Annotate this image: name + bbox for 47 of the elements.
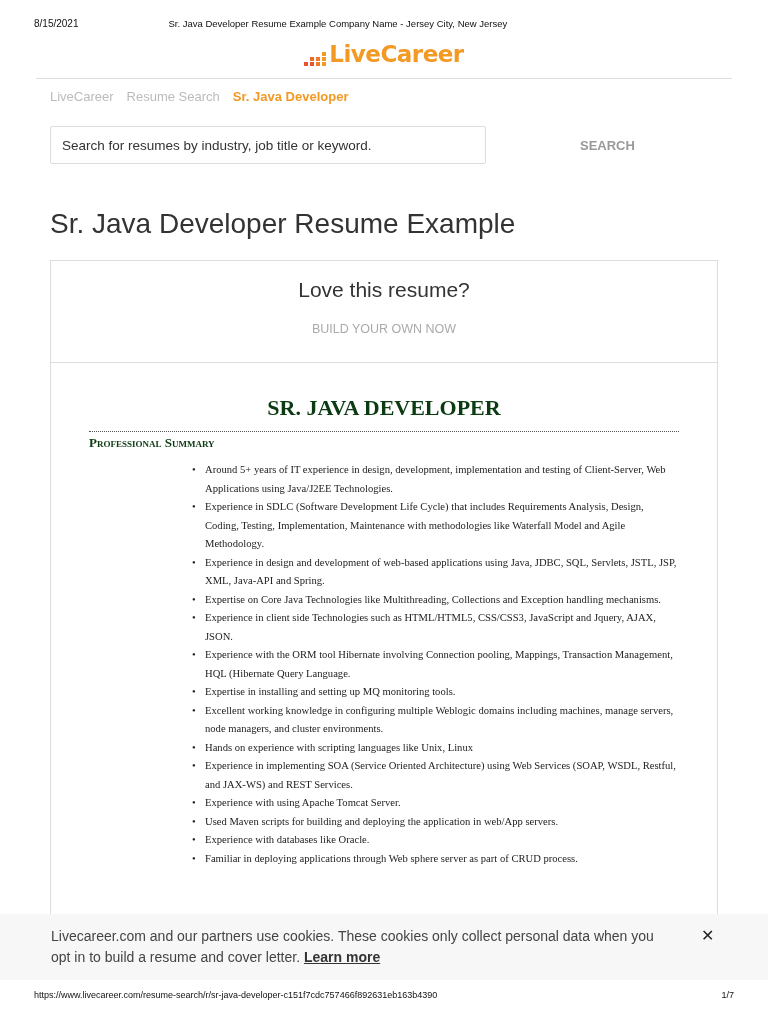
bullet-marker: • <box>192 814 197 829</box>
summary-bullet: Experience with databases like Oracle. <box>205 833 370 847</box>
page-heading: Sr. Java Developer Resume Example <box>50 208 517 240</box>
bullet-marker: • <box>192 759 197 773</box>
bullet-marker: • <box>192 648 197 662</box>
summary-bullet: Hands on experience with scripting languages like Unix, Linux <box>205 740 473 755</box>
bullet-marker: • <box>192 703 197 718</box>
summary-bullet: Experience in client side Technologies such as HTML/HTML5, CSS/CSS3, JavaScript and Jquery, AJAX, JSON. <box>205 611 657 644</box>
bullet-marker: • <box>192 685 197 699</box>
logo-text[interactable]: LiveCareer <box>329 43 464 66</box>
section-title: Professional Summary <box>89 435 216 451</box>
summary-bullet: Expertise in installing and setting up MQ monitoring tools. <box>205 685 456 699</box>
summary-bullet: Experience in design and development of web-based applications using Java, JDBC, SQL, Servlets, JSTL, JSP, XML, Java-API and Spring. <box>205 555 678 588</box>
promo-title: Love this resume? <box>297 278 471 302</box>
search-field[interactable]: Search for resumes by industry, job title or keyword. <box>50 126 486 164</box>
page-number: 1/7 <box>721 990 734 1000</box>
cookie-text: Livecareer.com and our partners use cookies. These cookies only collect personal data when you opt in to build a resume and cover letter. Learn more <box>51 927 655 967</box>
resume-name: SR. JAVA DEVELOPER <box>266 395 502 421</box>
summary-bullet: Experience with the ORM tool Hibernate involving Connection pooling, Mappings, Transaction Management, HQL (Hibernate Query Language. <box>205 648 674 681</box>
summary-bullet: Experience in implementing SOA (Service Oriented Architecture) using Web Services (SOAP, WSDL, Restful, and JAX-WS) and REST Services. <box>205 759 677 792</box>
summary-bullet: Excellent working knowledge in configuring multiple Weblogic domains including machines, manage servers, node managers, and cluster environments. <box>205 703 675 736</box>
bullet-marker: • <box>192 851 197 866</box>
build-link[interactable]: BUILD YOUR OWN NOW <box>311 322 457 336</box>
bullet-marker: • <box>192 796 197 810</box>
summary-bullet: Experience in SDLC (Software Development Life Cycle) that includes Requirements Analysis, Design, Coding, Testing, Implementation, Maintenance with methodologies like Waterfall Model and Agile Methodology. <box>205 500 645 551</box>
breadcrumb-link[interactable]: LiveCareer <box>50 89 114 104</box>
learn-more-link[interactable]: Learn more <box>303 949 381 965</box>
print-date: 8/15/2021 <box>34 18 79 29</box>
summary-bullet: Familiar in deploying applications through Web sphere server as part of CRUD process. <box>205 851 578 866</box>
breadcrumb-link[interactable]: Resume Search <box>126 89 220 104</box>
bullet-marker: • <box>192 463 197 477</box>
summary-bullet: Expertise on Core Java Technologies like Multithreading, Collections and Exception handling mechanisms. <box>205 592 661 607</box>
bullet-marker: • <box>192 555 197 570</box>
search-button[interactable]: SEARCH <box>566 131 649 159</box>
summary-bullet: Used Maven scripts for building and deploying the application in web/App servers. <box>205 814 559 829</box>
bullet-marker: • <box>192 500 197 514</box>
summary-bullet: Experience with using Apache Tomcat Server. <box>205 796 401 810</box>
print-title: Sr. Java Developer Resume Example Company Name - Jersey City, New Jersey <box>168 18 508 29</box>
print-url: https://www.livecareer.com/resume-search/r/sr-java-developer-c151f7cdc757466f892631eb163b4390 <box>34 990 438 1000</box>
summary-bullet: Around 5+ years of IT experience in design, development, implementation and testing of Client-Server, Web Applications using Java/J2EE Technologies. <box>205 463 667 496</box>
bullet-marker: • <box>192 740 197 755</box>
close-button[interactable]: ✕ <box>697 926 718 945</box>
bullet-marker: • <box>192 592 197 607</box>
bullet-marker: • <box>192 611 197 625</box>
bullet-marker: • <box>192 833 197 847</box>
dots-icon <box>304 52 327 66</box>
breadcrumb-link[interactable]: Sr. Java Developer <box>232 89 349 104</box>
